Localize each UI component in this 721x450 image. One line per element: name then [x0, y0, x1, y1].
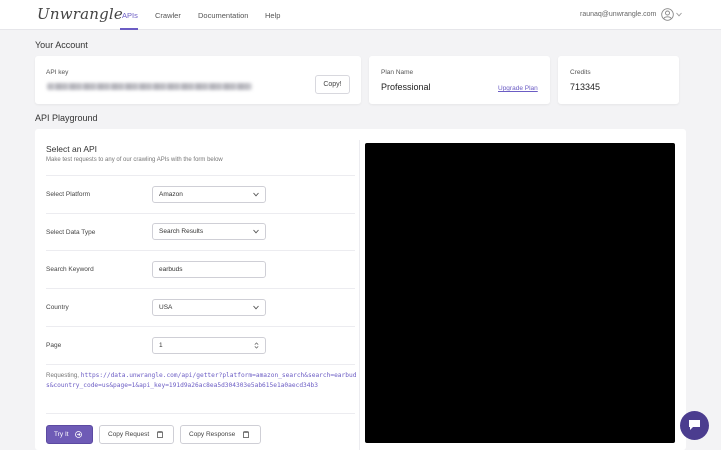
copy-request-button[interactable]: Copy Request — [99, 425, 174, 444]
chat-icon — [689, 420, 700, 430]
field-label-platform: Select Platform — [46, 191, 91, 198]
api-key-value-blurred — [47, 83, 252, 90]
credits-label: Credits — [570, 69, 591, 76]
copy-api-key-button[interactable]: Copy! — [315, 75, 350, 94]
chat-widget-button[interactable] — [680, 411, 709, 440]
divider — [46, 213, 355, 214]
search-keyword-input[interactable]: earbuds — [152, 261, 266, 278]
chevron-down-icon — [253, 229, 259, 234]
plan-card: Plan Name Professional — [369, 56, 550, 104]
section-title-account: Your Account — [35, 40, 88, 50]
page-number-value: 1 — [159, 342, 163, 349]
clipboard-icon — [157, 431, 163, 438]
user-email[interactable]: raunaq@unwrangle.com — [580, 11, 656, 18]
nav-item-documentation[interactable]: Documentation — [198, 11, 248, 20]
field-label-country: Country — [46, 304, 69, 311]
divider — [46, 288, 355, 289]
credits-value: 713345 — [570, 82, 601, 92]
divider — [46, 326, 355, 327]
copy-response-label: Copy Response — [189, 431, 236, 438]
logo[interactable]: Unwrangle — [37, 5, 123, 23]
user-avatar-icon[interactable] — [661, 8, 674, 21]
nav-item-apis[interactable]: APIs — [122, 11, 138, 20]
data-type-select[interactable]: Search Results — [152, 223, 266, 240]
data-type-select-value: Search Results — [159, 228, 204, 235]
country-select[interactable]: USA — [152, 299, 266, 316]
divider — [46, 413, 355, 414]
try-it-button[interactable]: Try It — [46, 425, 93, 444]
request-preview: Requesting, https://data.unwrangle.com/a… — [46, 371, 358, 390]
select-api-description: Make test requests to any of our crawlin… — [46, 157, 223, 163]
copy-response-button[interactable]: Copy Response — [180, 425, 261, 444]
page-number-stepper[interactable]: 1 — [152, 337, 266, 354]
request-url[interactable]: https://data.unwrangle.com/api/getter?pl… — [46, 372, 356, 389]
chevron-down-icon — [253, 305, 259, 310]
upgrade-plan-link[interactable]: Upgrade Plan — [498, 85, 538, 92]
field-label-data-type: Select Data Type — [46, 229, 96, 236]
divider — [46, 364, 355, 365]
top-navbar: Unwrangle APIs Crawler Documentation Hel… — [0, 0, 721, 30]
copy-request-label: Copy Request — [108, 431, 150, 438]
divider — [46, 175, 355, 176]
plan-name-label: Plan Name — [381, 69, 414, 76]
response-output-panel[interactable] — [365, 143, 675, 443]
panel-divider — [359, 140, 360, 450]
clipboard-icon — [243, 431, 249, 438]
platform-select-value: Amazon — [159, 191, 183, 198]
search-keyword-value: earbuds — [159, 266, 183, 273]
api-key-card: API key — [35, 56, 361, 104]
stepper-arrows-icon[interactable] — [254, 342, 259, 349]
nav-active-indicator — [120, 28, 138, 30]
plan-name-value: Professional — [381, 82, 431, 92]
credits-card: Credits 713345 — [558, 56, 679, 104]
country-select-value: USA — [159, 304, 173, 311]
try-it-label: Try It — [54, 431, 69, 438]
section-title-playground: API Playground — [35, 113, 98, 123]
select-api-title: Select an API — [46, 144, 98, 154]
field-label-page: Page — [46, 342, 62, 349]
divider — [46, 250, 355, 251]
requesting-label: Requesting, — [46, 372, 80, 379]
api-key-label: API key — [46, 69, 69, 76]
chevron-down-icon — [253, 192, 259, 197]
nav-item-crawler[interactable]: Crawler — [155, 11, 181, 20]
arrow-circle-icon — [75, 431, 82, 438]
platform-select[interactable]: Amazon — [152, 186, 266, 203]
field-label-keyword: Search Keyword — [46, 266, 94, 273]
nav-item-help[interactable]: Help — [265, 11, 280, 20]
chevron-down-icon[interactable] — [676, 12, 682, 17]
